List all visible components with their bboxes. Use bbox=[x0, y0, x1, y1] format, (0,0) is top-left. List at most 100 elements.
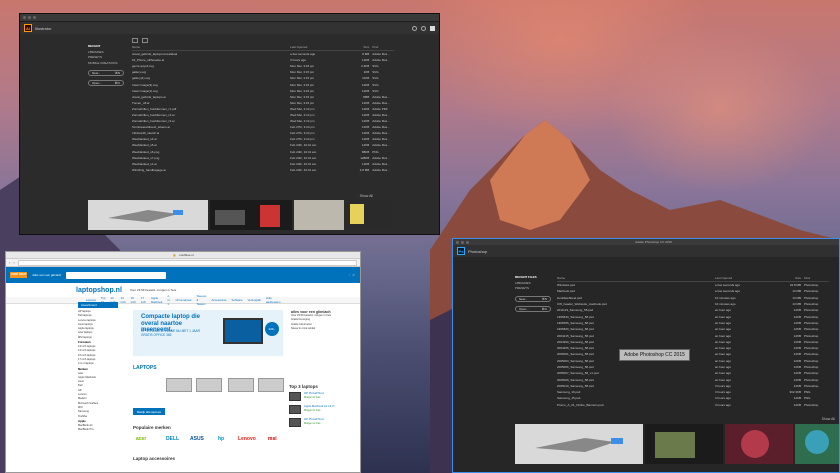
nav-item[interactable]: Hulp aanbevelen bbox=[266, 296, 280, 304]
browser-window[interactable]: 🔒 coolblue.nl ‹ › cool blue Alles voor e… bbox=[5, 251, 361, 473]
illustrator-titlebar[interactable] bbox=[20, 14, 439, 22]
brand-lenovo[interactable]: Lenovo bbox=[238, 436, 256, 442]
account-icon[interactable] bbox=[430, 25, 435, 31]
nav-item[interactable]: Verlengtab bbox=[248, 298, 261, 302]
search-icon[interactable] bbox=[412, 25, 417, 31]
column-last-opened[interactable]: Last Opened bbox=[290, 45, 345, 49]
account-link[interactable]: 👤 🛒 bbox=[348, 273, 356, 277]
nav-item[interactable]: Sleeves & Tassen bbox=[197, 294, 207, 306]
open-button[interactable]: Open... ⌘O bbox=[88, 80, 124, 86]
learn-banner-4[interactable] bbox=[795, 424, 839, 464]
product-thumb[interactable] bbox=[228, 378, 254, 392]
product-name[interactable]: HP 15-ba071nd bbox=[304, 391, 324, 396]
file-row[interactable]: Promo_A_31_Online_Banners.psd 3 hours ago… bbox=[557, 402, 829, 408]
file-list-header: Name Last Opened Size Kind bbox=[557, 275, 829, 282]
nav-item[interactable]: Chromebook bbox=[175, 298, 191, 302]
nav-item[interactable]: 2-in-1 bbox=[167, 294, 170, 306]
nav-item[interactable]: Accessoires bbox=[211, 298, 226, 302]
address-bar[interactable] bbox=[17, 259, 357, 266]
learn-banner-2[interactable] bbox=[210, 200, 292, 230]
show-all-link[interactable]: Show All bbox=[822, 417, 835, 421]
zoom-window-icon[interactable] bbox=[466, 240, 469, 244]
nav-item[interactable]: 14 inch bbox=[121, 296, 126, 304]
product-image bbox=[289, 392, 301, 401]
nav-item[interactable]: 17 inch bbox=[141, 296, 146, 304]
new-button[interactable]: New... ⌘N bbox=[515, 295, 551, 302]
list-view-icon[interactable] bbox=[142, 38, 148, 43]
assortiment-button[interactable]: Assortiment bbox=[78, 302, 118, 308]
minimize-window-icon[interactable] bbox=[461, 240, 464, 244]
learn-banner-3[interactable] bbox=[294, 200, 392, 230]
hero-subtitle: HP STREAM 11 INSIDE NU MET 1 JAAR GRATIS… bbox=[141, 329, 200, 337]
file-name: 2005007_Samsung_58_v1.psd bbox=[557, 371, 599, 376]
open-button[interactable]: Open... ⌘O bbox=[515, 305, 551, 312]
file-size: 12KB bbox=[793, 333, 801, 338]
sidebar-item-presets[interactable]: PRESETS bbox=[515, 286, 557, 292]
grid-view-icon[interactable] bbox=[132, 38, 138, 43]
zoom-window-icon[interactable] bbox=[33, 16, 36, 19]
column-size[interactable]: Size bbox=[775, 276, 804, 280]
back-icon[interactable]: ‹ bbox=[9, 260, 10, 265]
top3-heading: Top 3 laptops bbox=[289, 384, 318, 389]
close-window-icon[interactable] bbox=[23, 16, 26, 19]
nav-item[interactable]: Apple Macbook bbox=[151, 296, 162, 304]
nav-item[interactable]: 15 inch bbox=[131, 296, 136, 304]
learn-banner-3[interactable] bbox=[725, 424, 793, 464]
file-kind: Photoshop bbox=[804, 320, 819, 325]
file-name: 2005010_Samsung_58.psd bbox=[557, 383, 594, 388]
file-size: 12KB bbox=[361, 143, 370, 148]
usp-panel: alles voor een glimlach Voor 23:59 beste… bbox=[291, 310, 359, 331]
file-name: Insert image(3).svg bbox=[132, 82, 158, 87]
file-row[interactable]: Winstling_handbagage.ai Feb 24th, 10:41 a… bbox=[132, 167, 394, 173]
column-kind[interactable]: Kind bbox=[804, 276, 828, 280]
column-kind[interactable]: Kind bbox=[372, 45, 394, 49]
illustrator-window[interactable]: Ai Illustrator RECENT LIBRARIES PRESETS … bbox=[19, 13, 440, 235]
forward-icon[interactable]: › bbox=[13, 260, 14, 265]
brand-dell[interactable]: DELL bbox=[166, 436, 179, 442]
learn-banner-1[interactable] bbox=[88, 200, 208, 230]
help-icon[interactable] bbox=[421, 25, 426, 31]
file-name: Weeblanked_s1.ai bbox=[132, 161, 157, 166]
file-name: 1905633_Samsung_58.psd bbox=[557, 314, 594, 319]
browser-url[interactable]: coolblue.nl bbox=[179, 253, 193, 257]
learn-banner-1[interactable] bbox=[515, 424, 643, 464]
top3-item[interactable]: Apple Macbook Air 13,3" Morgen in huis bbox=[289, 404, 359, 414]
file-name: gems-quyc4.svg bbox=[132, 64, 154, 69]
learn-banner-2[interactable] bbox=[645, 424, 723, 464]
top3-item[interactable]: HP 15-ba071nd Morgen in huis bbox=[289, 417, 359, 427]
column-name[interactable]: Name bbox=[132, 45, 290, 49]
browser-toolbar: ‹ › bbox=[6, 259, 360, 267]
usp-line: Voor 23:59 besteld, morgen in huis bbox=[129, 288, 177, 292]
brand-asus[interactable]: ASUS bbox=[190, 436, 204, 442]
product-thumb[interactable] bbox=[196, 378, 222, 392]
nav-item[interactable]: Software bbox=[232, 298, 243, 302]
column-size[interactable]: Size bbox=[346, 45, 373, 49]
coolblue-logo[interactable]: cool blue bbox=[10, 272, 28, 278]
product-thumb[interactable] bbox=[258, 378, 284, 392]
column-name[interactable]: Name bbox=[557, 276, 715, 280]
product-name[interactable]: HP 15-ba071nd bbox=[304, 417, 324, 422]
product-name[interactable]: Apple Macbook Air 13,3" bbox=[304, 404, 335, 409]
sidebar-item-mobile-creations[interactable]: MOBILE CREATIONS bbox=[88, 61, 128, 67]
site-search-input[interactable] bbox=[66, 271, 167, 279]
file-kind: Adobe Illus... bbox=[372, 58, 390, 63]
show-all-link[interactable]: Show All bbox=[360, 194, 373, 198]
photoshop-window[interactable]: Adobe Photoshop CC 2015 Ps Photoshop REC… bbox=[452, 238, 840, 473]
file-size: 13 MB bbox=[792, 289, 801, 294]
minimize-window-icon[interactable] bbox=[28, 16, 31, 19]
sidebar-link[interactable]: MacBook Pro bbox=[78, 428, 118, 432]
stock-status: Morgen in huis bbox=[304, 421, 321, 425]
laptopshop-logo[interactable]: laptopshop.nl bbox=[76, 287, 122, 294]
hero-banner[interactable]: Compacte laptop die overal naartoe meene… bbox=[133, 310, 283, 356]
top3-item[interactable]: HP 15-ba071nd Morgen in huis bbox=[289, 391, 359, 401]
brand-msi[interactable]: msi bbox=[268, 436, 277, 442]
brand-hp[interactable]: hp bbox=[218, 436, 224, 442]
brand-acer[interactable]: acer bbox=[136, 436, 146, 442]
new-button[interactable]: New... ⌘N bbox=[88, 70, 124, 76]
view-all-laptops-button[interactable]: Bekijk alle laptops bbox=[133, 408, 166, 415]
column-last-opened[interactable]: Last Opened bbox=[715, 276, 775, 280]
open-button-label: Open... bbox=[519, 306, 529, 311]
product-thumb[interactable] bbox=[166, 378, 192, 392]
close-window-icon[interactable] bbox=[456, 240, 459, 244]
browser-tabbar: 🔒 coolblue.nl bbox=[6, 252, 360, 259]
